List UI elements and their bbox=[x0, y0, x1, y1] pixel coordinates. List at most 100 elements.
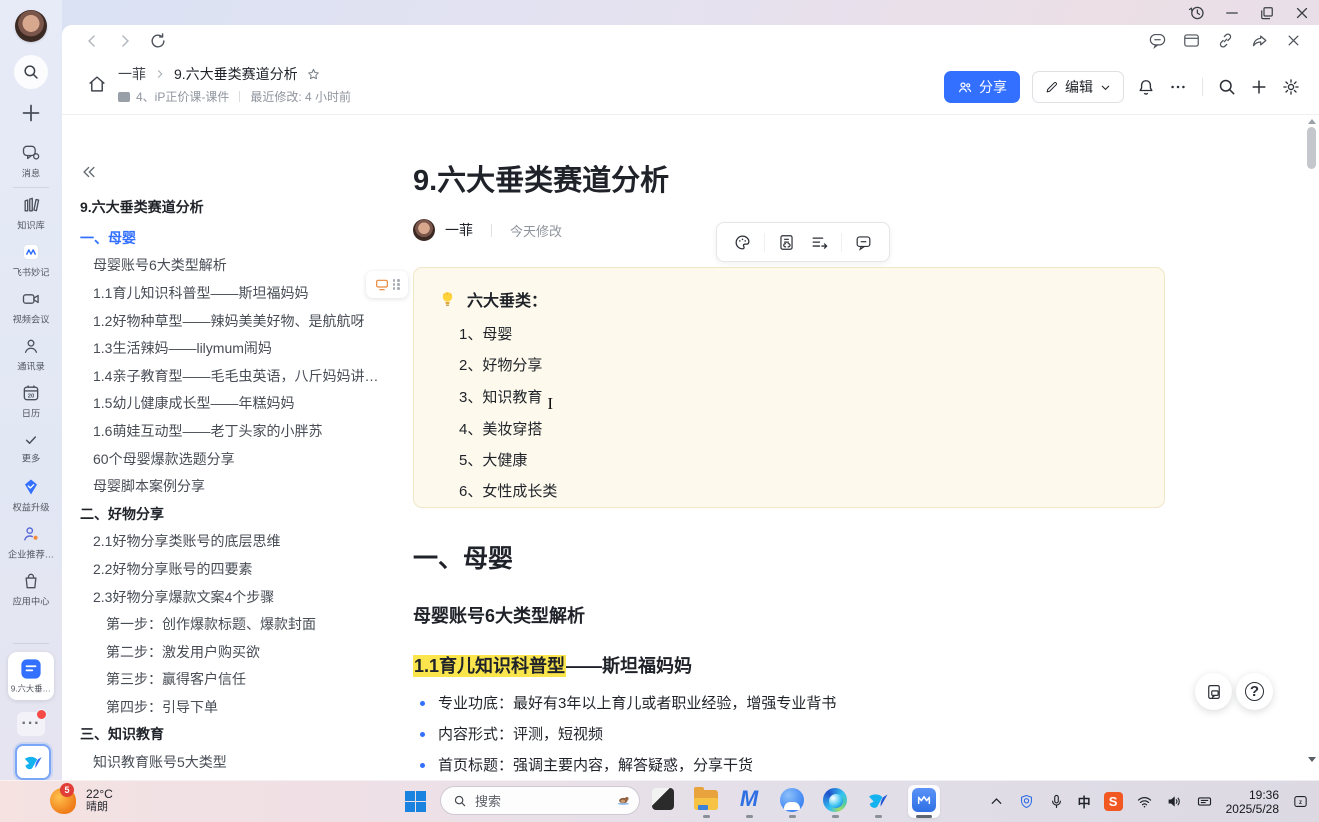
callout-item[interactable]: 1、母婴 bbox=[459, 319, 1140, 350]
app-icon-mail[interactable]: M bbox=[736, 785, 762, 818]
rail-item-messages[interactable]: 消息 bbox=[0, 138, 62, 185]
rail-item-more[interactable]: 更多 bbox=[0, 425, 62, 472]
close-tab-icon[interactable] bbox=[1284, 31, 1303, 50]
callout-item[interactable]: 5、大健康 bbox=[459, 445, 1140, 476]
outline-item[interactable]: 1.4亲子教育型——毛毛虫英语，八斤妈妈讲… bbox=[62, 362, 402, 390]
outline-item[interactable]: 一、母婴 bbox=[62, 224, 402, 252]
search-doc-icon[interactable] bbox=[1217, 77, 1237, 97]
block-hover-controls[interactable] bbox=[366, 271, 408, 298]
heading-muying[interactable]: 一、母婴 bbox=[413, 539, 1165, 575]
sidebar-panel-icon[interactable] bbox=[1182, 31, 1201, 50]
rail-item-appcenter[interactable]: 应用中心 bbox=[0, 566, 62, 613]
forward-icon[interactable] bbox=[115, 31, 135, 51]
outline-item[interactable]: 第三步：赢得客户信任 bbox=[62, 666, 402, 694]
scrollbar-thumb[interactable] bbox=[1307, 127, 1316, 169]
outline-item[interactable]: 三、知识教育 bbox=[62, 721, 402, 749]
taskbar-clock[interactable]: 19:36 2025/5/28 bbox=[1226, 788, 1279, 816]
history-icon[interactable] bbox=[1188, 4, 1206, 22]
start-button[interactable] bbox=[405, 791, 426, 812]
rail-item-calendar[interactable]: 20 日历 bbox=[0, 378, 62, 425]
author-avatar[interactable] bbox=[413, 219, 435, 241]
outline-item[interactable]: 知识教育账号5大类型 bbox=[62, 748, 402, 770]
comment-bubble-icon[interactable] bbox=[854, 233, 873, 252]
tray-expand-icon[interactable] bbox=[988, 793, 1005, 810]
outline-item[interactable]: 1.3生活辣妈——lilymum闹妈 bbox=[62, 334, 402, 362]
microphone-icon[interactable] bbox=[1048, 793, 1065, 810]
heading-1-1[interactable]: 1.1育儿知识科普型——斯坦福妈妈 bbox=[413, 652, 1165, 678]
bullet-item[interactable]: 内容形式：评测，短视频 bbox=[413, 719, 1165, 750]
volume-icon[interactable] bbox=[1166, 793, 1183, 810]
input-device-icon[interactable] bbox=[1196, 793, 1213, 810]
app-icon-file-explorer[interactable] bbox=[693, 785, 719, 818]
rail-item-enterprise[interactable]: 企业推荐… bbox=[0, 519, 62, 566]
theme-palette-icon[interactable] bbox=[733, 233, 752, 252]
heading-6-types[interactable]: 母婴账号6大类型解析 bbox=[413, 602, 1165, 628]
bullet-item[interactable]: 首页标题：强调主要内容，解答疑惑，分享干货 bbox=[413, 750, 1165, 781]
outline-list-icon[interactable] bbox=[810, 233, 829, 252]
app-icon-feishu[interactable] bbox=[865, 785, 891, 818]
taskbar-search[interactable]: 搜索 bbox=[440, 786, 640, 815]
star-icon[interactable] bbox=[306, 67, 321, 82]
refresh-icon[interactable] bbox=[148, 31, 168, 51]
outline-item[interactable]: 1.6萌娃互动型——老丁头家的小胖苏 bbox=[62, 417, 402, 445]
outline-item[interactable]: 第二步：激发用户购买欲 bbox=[62, 638, 402, 666]
rail-more-apps[interactable]: ··· bbox=[17, 712, 45, 736]
security-shield-icon[interactable] bbox=[1018, 793, 1035, 810]
minimize-icon[interactable] bbox=[1223, 4, 1241, 22]
new-tab-icon[interactable] bbox=[1249, 77, 1269, 97]
notification-center-icon[interactable]: z bbox=[1292, 793, 1309, 810]
share-forward-icon[interactable] bbox=[1250, 31, 1269, 50]
app-icon-active-doc-app[interactable] bbox=[908, 785, 940, 818]
doc-link-icon[interactable] bbox=[777, 233, 796, 252]
wifi-icon[interactable] bbox=[1136, 793, 1153, 810]
rail-item-minutes[interactable]: 飞书妙记 bbox=[0, 237, 62, 284]
callout-item[interactable]: 3、知识教育I bbox=[459, 381, 1140, 413]
outline-item[interactable]: 2.3好物分享爆款文案4个步骤 bbox=[62, 583, 402, 611]
close-window-icon[interactable] bbox=[1293, 4, 1311, 22]
copy-link-icon[interactable] bbox=[1216, 31, 1235, 50]
callout-item[interactable]: 6、女性成长类 bbox=[459, 476, 1140, 507]
bell-icon[interactable] bbox=[1136, 77, 1156, 97]
help-button[interactable]: ? bbox=[1236, 673, 1273, 710]
edit-button[interactable]: 编辑 bbox=[1032, 71, 1124, 103]
comments-icon[interactable] bbox=[1148, 31, 1167, 50]
maximize-icon[interactable] bbox=[1258, 4, 1276, 22]
taskbar-weather[interactable]: 5 22°C 晴朗 bbox=[48, 785, 113, 815]
sogou-input-icon[interactable]: S bbox=[1104, 792, 1123, 811]
back-icon[interactable] bbox=[82, 31, 102, 51]
more-menu-icon[interactable] bbox=[1168, 77, 1188, 97]
rail-item-wiki[interactable]: 知识库 bbox=[0, 190, 62, 237]
vertical-scrollbar[interactable] bbox=[1306, 115, 1318, 770]
outline-item[interactable]: 2.2好物分享账号的四要素 bbox=[62, 555, 402, 583]
bullet-item[interactable]: 专业功底：最好有3年以上育儿或者职业经验，增强专业背书 bbox=[413, 688, 1165, 719]
global-search-button[interactable] bbox=[14, 55, 48, 89]
breadcrumb-folder[interactable]: 4、iP正价课-课件 bbox=[136, 88, 229, 105]
gear-icon[interactable] bbox=[1281, 77, 1301, 97]
doc-feedback-button[interactable] bbox=[1195, 673, 1232, 710]
scroll-up-arrow[interactable] bbox=[1308, 119, 1316, 124]
app-icon-quark-browser[interactable] bbox=[779, 785, 805, 818]
rail-item-contacts[interactable]: 通讯录 bbox=[0, 331, 62, 378]
outline-item[interactable]: 1.2好物种草型——辣妈美美好物、是航航呀 bbox=[62, 307, 402, 335]
author-name[interactable]: 一菲 bbox=[445, 220, 473, 240]
outline-item[interactable]: 母婴脚本案例分享 bbox=[62, 472, 402, 500]
rail-item-upgrade[interactable]: 权益升级 bbox=[0, 472, 62, 519]
outline-item[interactable]: 60个母婴爆款选题分享 bbox=[62, 445, 402, 473]
user-avatar[interactable] bbox=[15, 10, 47, 42]
outline-item[interactable]: 1.1育儿知识科普型——斯坦福妈妈 bbox=[62, 279, 402, 307]
callout-item[interactable]: 2、好物分享 bbox=[459, 350, 1140, 381]
breadcrumb-owner[interactable]: 一菲 bbox=[118, 64, 146, 84]
app-icon-task-widget[interactable] bbox=[650, 785, 676, 818]
app-icon-edge[interactable] bbox=[822, 785, 848, 818]
outline-item[interactable]: 母婴账号6大类型解析 bbox=[62, 252, 402, 280]
callout-block[interactable]: 六大垂类： 1、母婴 2、好物分享 3、知识教育I 4、美妆穿搭 5、大健康 6… bbox=[413, 267, 1165, 508]
outline-item[interactable]: 第一步：创作爆款标题、爆款封面 bbox=[62, 610, 402, 638]
share-button[interactable]: 分享 bbox=[944, 71, 1020, 103]
outline-item[interactable]: 1.5幼儿健康成长型——年糕妈妈 bbox=[62, 390, 402, 418]
outline-item[interactable]: 2.1好物分享类账号的底层思维 bbox=[62, 528, 402, 556]
outline-item[interactable]: 二、好物分享 bbox=[62, 500, 402, 528]
breadcrumb-doc-title[interactable]: 9.六大垂类赛道分析 bbox=[174, 64, 298, 84]
home-icon[interactable] bbox=[86, 73, 108, 95]
callout-item[interactable]: 4、美妆穿搭 bbox=[459, 414, 1140, 445]
search-highlight-otter-icon[interactable] bbox=[617, 794, 631, 808]
